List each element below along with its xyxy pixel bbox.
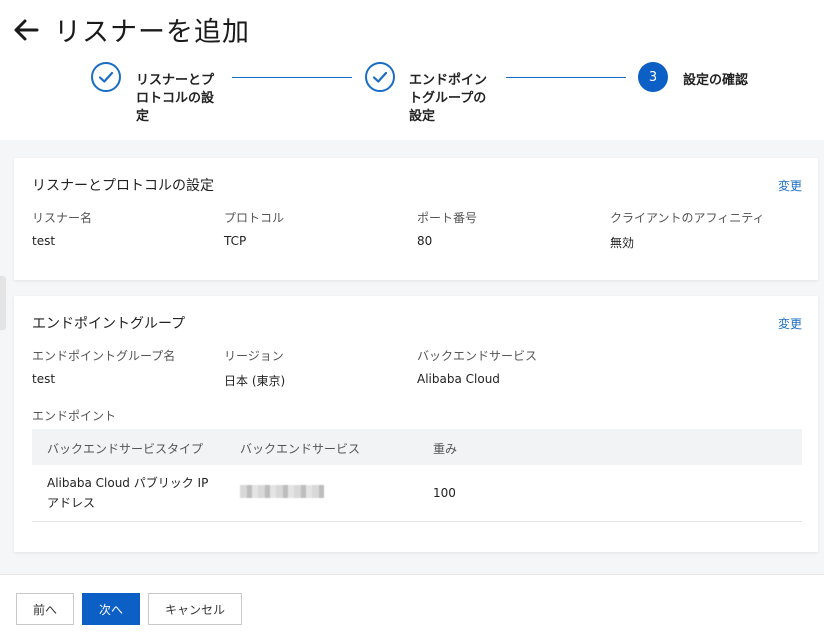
back-arrow-icon[interactable] [12,16,40,44]
step-2-label: エンドポイン トグループの 設定 [409,73,488,124]
listener-card-title: リスナーとプロトコルの設定 [32,178,214,194]
step-3-label: 設定の確認 [683,73,749,88]
footer-bar: 前へ 次へ キャンセル [0,574,824,633]
listener-protocol-card: リスナーとプロトコルの設定 変更 リスナー名 test プロトコル TCP ポー… [14,158,818,280]
column-header-service-type: バックエンドサービスタイプ [47,442,204,456]
cancel-button[interactable]: キャンセル [148,593,242,625]
protocol-value: TCP [224,234,247,248]
region-label: リージョン [224,349,284,363]
endpoint-group-name-value: test [32,372,56,386]
client-affinity-value: 無効 [610,236,635,250]
previous-button[interactable]: 前へ [16,593,74,625]
region-value: 日本 (東京) [224,374,286,388]
port-label: ポート番号 [417,211,478,225]
page-header: リスナーを追加 [12,10,250,49]
table-row: Alibaba Cloud パブリック IP アドレス 100 [32,465,802,522]
redacted-backend-service [240,485,324,498]
step-3-number: 3 [638,62,668,92]
endpoint-group-name-label: エンドポイントグループ名 [32,349,176,363]
row-service-type: Alibaba Cloud パブリック IP アドレス [47,476,209,510]
port-value: 80 [417,234,433,248]
endpoints-label: エンドポイント [32,409,117,423]
column-header-weight: 重み [433,442,458,456]
listener-edit-link[interactable]: 変更 [778,177,802,194]
page-title: リスナーを追加 [54,17,250,48]
next-button[interactable]: 次へ [82,593,140,625]
row-weight: 100 [433,486,456,500]
step-connector-1 [232,77,352,78]
endpoint-card-title: エンドポイントグループ [32,316,186,332]
backend-service-label: バックエンドサービス [417,349,538,363]
backend-service-value: Alibaba Cloud [417,372,500,386]
listener-name-value: test [32,234,56,248]
step-2-check-icon [365,62,395,92]
client-affinity-label: クライアントのアフィニティ [610,211,765,225]
column-header-service: バックエンドサービス [240,442,361,456]
protocol-label: プロトコル [224,211,285,225]
endpoint-edit-link[interactable]: 変更 [778,315,802,332]
sidebar-collapse-handle[interactable] [0,276,6,330]
table-header: バックエンドサービスタイプ バックエンドサービス 重み [32,429,802,465]
step-1-label: リスナーとプ ロトコルの設 定 [136,73,215,124]
listener-name-label: リスナー名 [32,211,93,225]
endpoint-group-card: エンドポイントグループ 変更 エンドポイントグループ名 test リージョン 日… [14,296,818,552]
step-1-check-icon [91,62,121,92]
step-connector-2 [506,77,626,78]
